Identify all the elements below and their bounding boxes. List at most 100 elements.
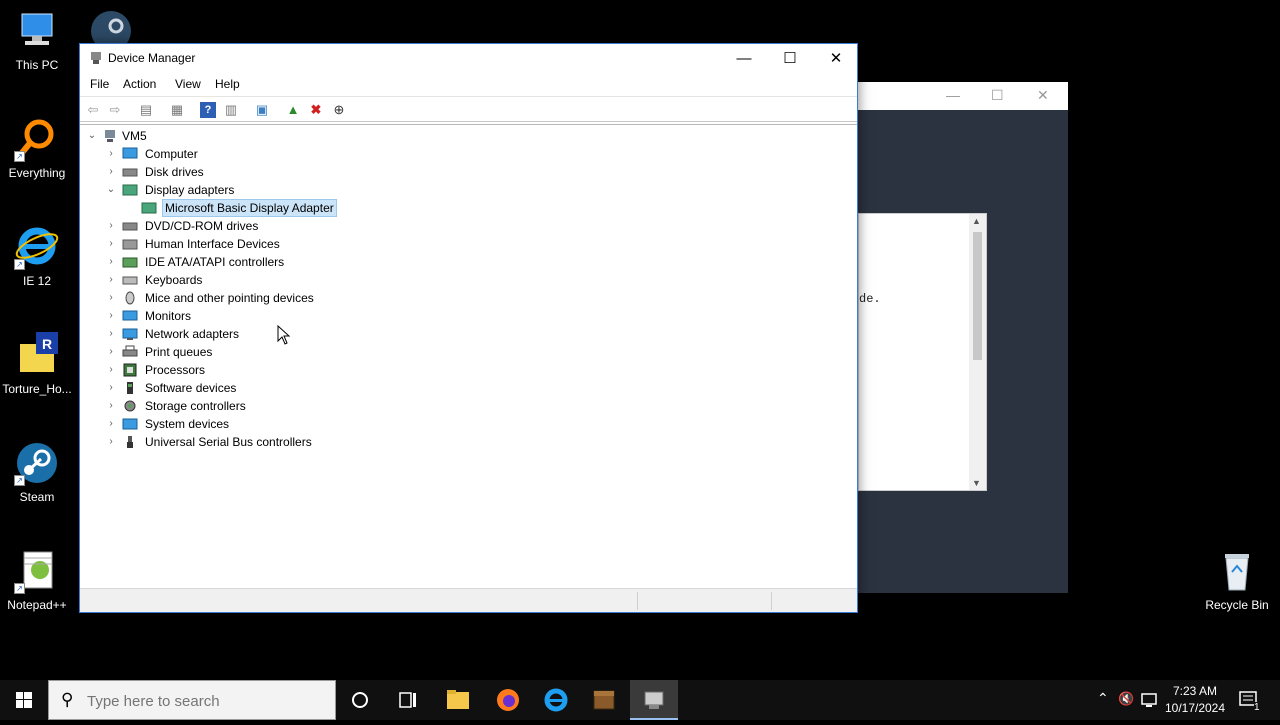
disk-drive-icon (122, 165, 138, 179)
scroll-down-icon[interactable]: ▼ (972, 478, 981, 488)
chevron-right-icon[interactable]: › (105, 217, 117, 235)
tree-item-label: System devices (145, 417, 230, 431)
menu-action[interactable]: Action (123, 77, 156, 91)
device-tree[interactable]: ⌄ VM5 › Computer › Disk drives ⌄ Display… (80, 124, 857, 588)
chevron-right-icon[interactable]: › (105, 433, 117, 451)
taskbar-clock[interactable]: 7:23 AM 10/17/2024 (1160, 683, 1230, 717)
computer-icon (122, 147, 138, 161)
chevron-right-icon[interactable]: › (105, 289, 117, 307)
recycle-bin-icon (1214, 548, 1260, 594)
desktop-icon-label: Everything (8, 166, 66, 180)
status-separator (771, 592, 772, 610)
desktop-icon-steam[interactable]: ↗ Steam (0, 440, 74, 504)
chevron-right-icon[interactable]: › (105, 145, 117, 163)
mouse-icon (122, 291, 138, 305)
volume-button[interactable]: 🔇 (1116, 680, 1136, 720)
scan-hardware-icon[interactable]: ▣ (254, 102, 270, 118)
maximize-icon[interactable]: ☐ (991, 87, 1004, 104)
disable-device-icon[interactable]: ⊕ (331, 102, 347, 118)
chevron-right-icon[interactable]: › (105, 325, 117, 343)
action-center-button[interactable]: 1 (1234, 680, 1264, 720)
back-icon[interactable]: ⇦ (85, 102, 101, 118)
clock-date: 10/17/2024 (1164, 701, 1226, 715)
tree-item-label: Human Interface Devices (145, 237, 280, 251)
chevron-right-icon[interactable]: › (105, 415, 117, 433)
minimize-button[interactable]: — (721, 44, 767, 74)
tree-item-label: Network adapters (145, 327, 240, 341)
chevron-down-icon[interactable]: ⌄ (105, 181, 117, 199)
properties-icon[interactable]: ▦ (169, 102, 185, 118)
cortana-button[interactable] (336, 680, 384, 720)
rar-archive-icon: R (14, 332, 60, 378)
chevron-right-icon[interactable]: › (105, 271, 117, 289)
tree-item-label: Processors (145, 363, 206, 377)
network-button[interactable] (1140, 680, 1160, 720)
chevron-right-icon[interactable]: › (105, 163, 117, 181)
start-button[interactable] (0, 680, 48, 720)
shortcut-arrow-icon: ↗ (14, 475, 25, 486)
ide-controller-icon (122, 255, 138, 269)
chevron-right-icon[interactable]: › (105, 253, 117, 271)
shortcut-arrow-icon: ↗ (14, 583, 25, 594)
scroll-up-icon[interactable]: ▲ (972, 216, 981, 226)
forward-icon[interactable]: ⇨ (107, 102, 123, 118)
printer-icon (122, 345, 138, 359)
menu-view[interactable]: View (175, 77, 201, 91)
computer-icon (103, 129, 119, 143)
network-icon (1141, 693, 1157, 707)
archive-box-icon (593, 690, 615, 710)
device-manager-window[interactable]: Device Manager — ☐ ✕ File Action View He… (79, 43, 858, 613)
chevron-right-icon[interactable]: › (105, 397, 117, 415)
background-window-text-area[interactable]: de. ▲ ▼ (858, 213, 987, 491)
taskbar-archive-app[interactable] (580, 680, 628, 720)
help-icon[interactable]: ? (200, 102, 216, 118)
desktop-icon-torture[interactable]: R Torture_Ho... (0, 332, 74, 396)
tree-item-label: Keyboards (145, 273, 203, 287)
scroll-thumb[interactable] (973, 232, 982, 360)
close-icon[interactable]: ✕ (1037, 87, 1049, 104)
close-button[interactable]: ✕ (813, 44, 859, 74)
tree-item-label: DVD/CD-ROM drives (145, 219, 259, 233)
update-driver-icon[interactable]: ▲ (285, 102, 301, 118)
desktop-icon-everything[interactable]: ↗ Everything (0, 116, 74, 180)
show-hidden-icons-button[interactable]: ⌃ (1094, 680, 1114, 720)
desktop-icon-notepadpp[interactable]: ↗ Notepad++ (0, 548, 74, 612)
show-hide-console-tree-icon[interactable]: ▤ (138, 102, 154, 118)
vertical-scrollbar[interactable]: ▲ ▼ (969, 214, 986, 490)
search-input[interactable] (87, 690, 327, 712)
minimize-icon[interactable]: — (946, 87, 960, 103)
taskbar-search-box[interactable]: ⚲ (48, 680, 336, 720)
shortcut-arrow-icon: ↗ (14, 259, 25, 270)
chevron-right-icon[interactable]: › (105, 361, 117, 379)
tree-item-label: Storage controllers (145, 399, 246, 413)
desktop-icon-label: Recycle Bin (1205, 598, 1269, 612)
maximize-button[interactable]: ☐ (767, 44, 813, 74)
chevron-right-icon[interactable]: › (105, 235, 117, 253)
taskbar-firefox[interactable] (484, 680, 532, 720)
toolbar: ⇦ ⇨ ▤ ▦ ? ▥ ▣ ▲ ✖ ⊕ (80, 96, 857, 122)
menu-help[interactable]: Help (215, 77, 240, 91)
chevron-right-icon[interactable]: › (105, 307, 117, 325)
dvd-drive-icon (122, 219, 138, 233)
taskbar-file-explorer[interactable] (434, 680, 482, 720)
action-pane-icon[interactable]: ▥ (223, 102, 239, 118)
tree-item-label: Microsoft Basic Display Adapter (162, 199, 337, 217)
cortana-icon (352, 692, 368, 708)
background-window[interactable]: — ☐ ✕ de. ▲ ▼ (858, 82, 1068, 593)
tree-item-label: Mice and other pointing devices (145, 291, 314, 305)
taskbar-internet-explorer[interactable] (532, 680, 580, 720)
chevron-down-icon[interactable]: ⌄ (86, 127, 98, 145)
notepad-plus-plus-icon: ↗ (14, 548, 60, 594)
chevron-right-icon[interactable]: › (105, 343, 117, 361)
desktop-icon-recycle-bin[interactable]: Recycle Bin (1200, 548, 1274, 612)
background-window-titlebar[interactable]: — ☐ ✕ (858, 82, 1068, 110)
desktop-icon-this-pc[interactable]: This PC (0, 8, 74, 72)
taskbar-device-manager[interactable] (630, 680, 678, 720)
firefox-icon (497, 689, 519, 711)
chevron-right-icon[interactable]: › (105, 379, 117, 397)
titlebar[interactable]: Device Manager — ☐ ✕ (80, 44, 857, 74)
desktop-icon-ie[interactable]: ↗ IE 12 (0, 224, 74, 288)
uninstall-device-icon[interactable]: ✖ (308, 102, 324, 118)
task-view-button[interactable] (384, 680, 432, 720)
menu-file[interactable]: File (90, 77, 109, 91)
